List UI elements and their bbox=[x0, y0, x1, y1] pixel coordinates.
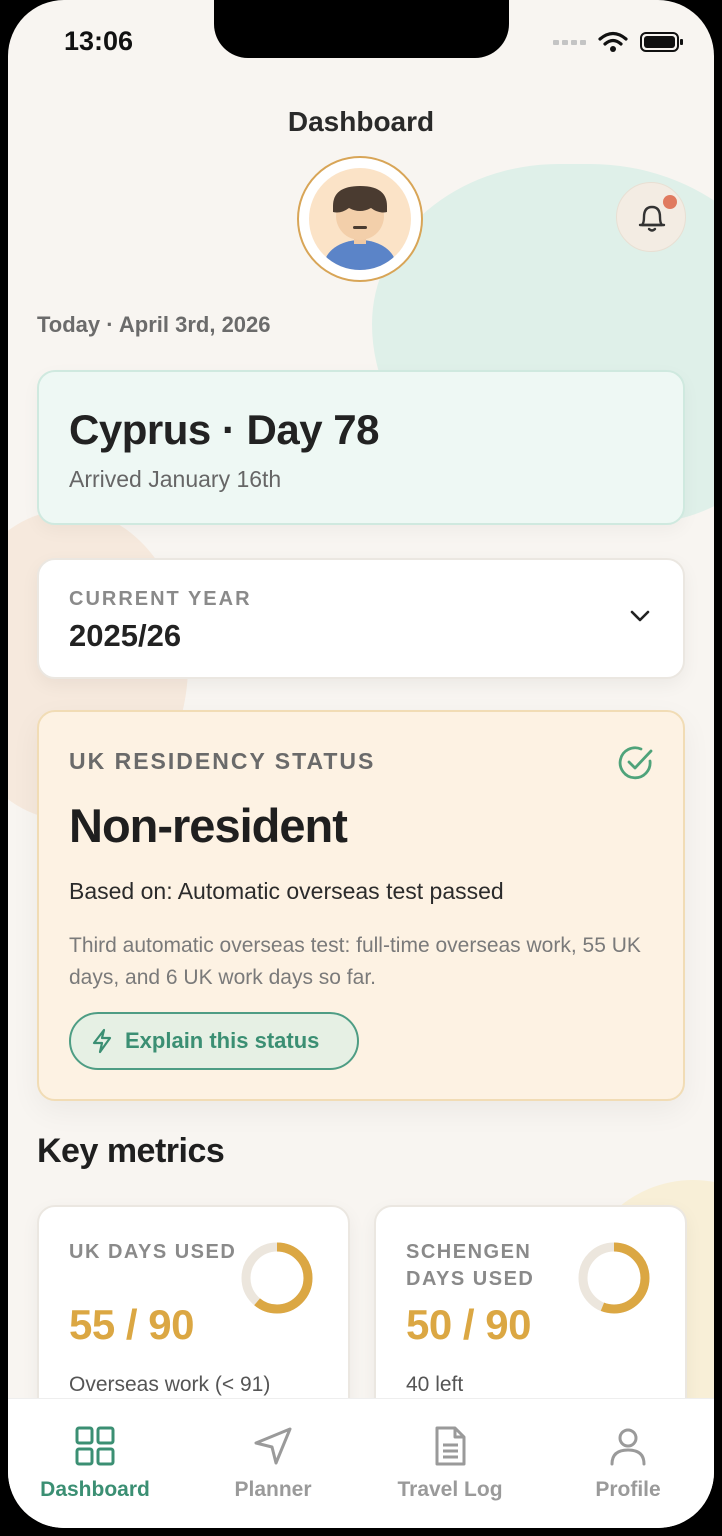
tab-label: Dashboard bbox=[40, 1478, 150, 1501]
tab-planner[interactable]: Planner bbox=[188, 1425, 358, 1502]
navigation-icon bbox=[254, 1427, 292, 1465]
tab-travel-log[interactable]: Travel Log bbox=[365, 1425, 535, 1502]
app-screen: 13:06 Dashboard Today · April 3rd, 2026 … bbox=[8, 0, 714, 1528]
tab-label: Travel Log bbox=[397, 1478, 503, 1501]
bottom-tab-bar: Dashboard Planner Travel Log Profile bbox=[8, 1398, 714, 1528]
metric-value: 55 / 90 bbox=[69, 1301, 194, 1348]
tab-label: Profile bbox=[595, 1478, 661, 1501]
uk-days-progress-ring bbox=[241, 1242, 313, 1314]
device-notch bbox=[214, 0, 509, 58]
lightning-icon bbox=[92, 1028, 112, 1054]
key-metrics-title: Key metrics bbox=[37, 1132, 225, 1170]
metric-note: 40 left bbox=[406, 1373, 464, 1396]
wifi-icon bbox=[598, 31, 628, 52]
metric-note: Overseas work (< 91) bbox=[69, 1373, 271, 1396]
residency-status: Non-resident bbox=[69, 799, 348, 852]
arrival-date: Arrived January 16th bbox=[69, 466, 282, 492]
explain-status-label: Explain this status bbox=[125, 1028, 320, 1053]
avatar-illustration bbox=[324, 186, 396, 270]
tab-profile[interactable]: Profile bbox=[543, 1425, 713, 1502]
location-title: Cyprus · Day 78 bbox=[69, 406, 379, 453]
user-icon bbox=[610, 1428, 646, 1466]
notification-badge bbox=[663, 195, 677, 209]
residency-label: UK RESIDENCY STATUS bbox=[69, 748, 376, 774]
tab-dashboard[interactable]: Dashboard bbox=[10, 1425, 180, 1502]
residency-status-card: UK RESIDENCY STATUS Non-resident Based o… bbox=[37, 710, 685, 1101]
today-date: Today · April 3rd, 2026 bbox=[37, 312, 271, 337]
phone-frame: 13:06 Dashboard Today · April 3rd, 2026 … bbox=[0, 0, 722, 1536]
year-value: 2025/26 bbox=[69, 618, 182, 653]
bell-icon bbox=[638, 205, 666, 232]
residency-basis: Based on: Automatic overseas test passed bbox=[69, 878, 504, 904]
avatar[interactable] bbox=[297, 156, 423, 282]
status-time: 13:06 bbox=[64, 26, 134, 56]
signal-icon bbox=[553, 39, 586, 45]
status-icons bbox=[553, 31, 684, 53]
metric-label: SCHENGEN DAYS USED bbox=[406, 1241, 535, 1290]
explain-status-button[interactable]: Explain this status bbox=[69, 1012, 359, 1070]
residency-detail: Third automatic overseas test: full-time… bbox=[69, 934, 641, 989]
document-icon bbox=[435, 1426, 466, 1466]
schengen-days-progress-ring bbox=[578, 1242, 650, 1314]
battery-icon bbox=[640, 32, 683, 52]
current-location-card[interactable]: Cyprus · Day 78 Arrived January 16th bbox=[37, 370, 685, 525]
page-title: Dashboard bbox=[287, 106, 435, 137]
check-circle-icon bbox=[618, 746, 653, 780]
tab-label: Planner bbox=[234, 1478, 312, 1501]
metric-label: UK DAYS USED bbox=[69, 1241, 237, 1263]
chevron-down-icon bbox=[630, 610, 650, 622]
year-label: CURRENT YEAR bbox=[69, 588, 252, 610]
notifications-button[interactable] bbox=[616, 182, 686, 252]
year-selector[interactable]: CURRENT YEAR 2025/26 bbox=[37, 558, 685, 679]
grid-icon bbox=[75, 1426, 115, 1466]
metric-value: 50 / 90 bbox=[406, 1301, 531, 1348]
